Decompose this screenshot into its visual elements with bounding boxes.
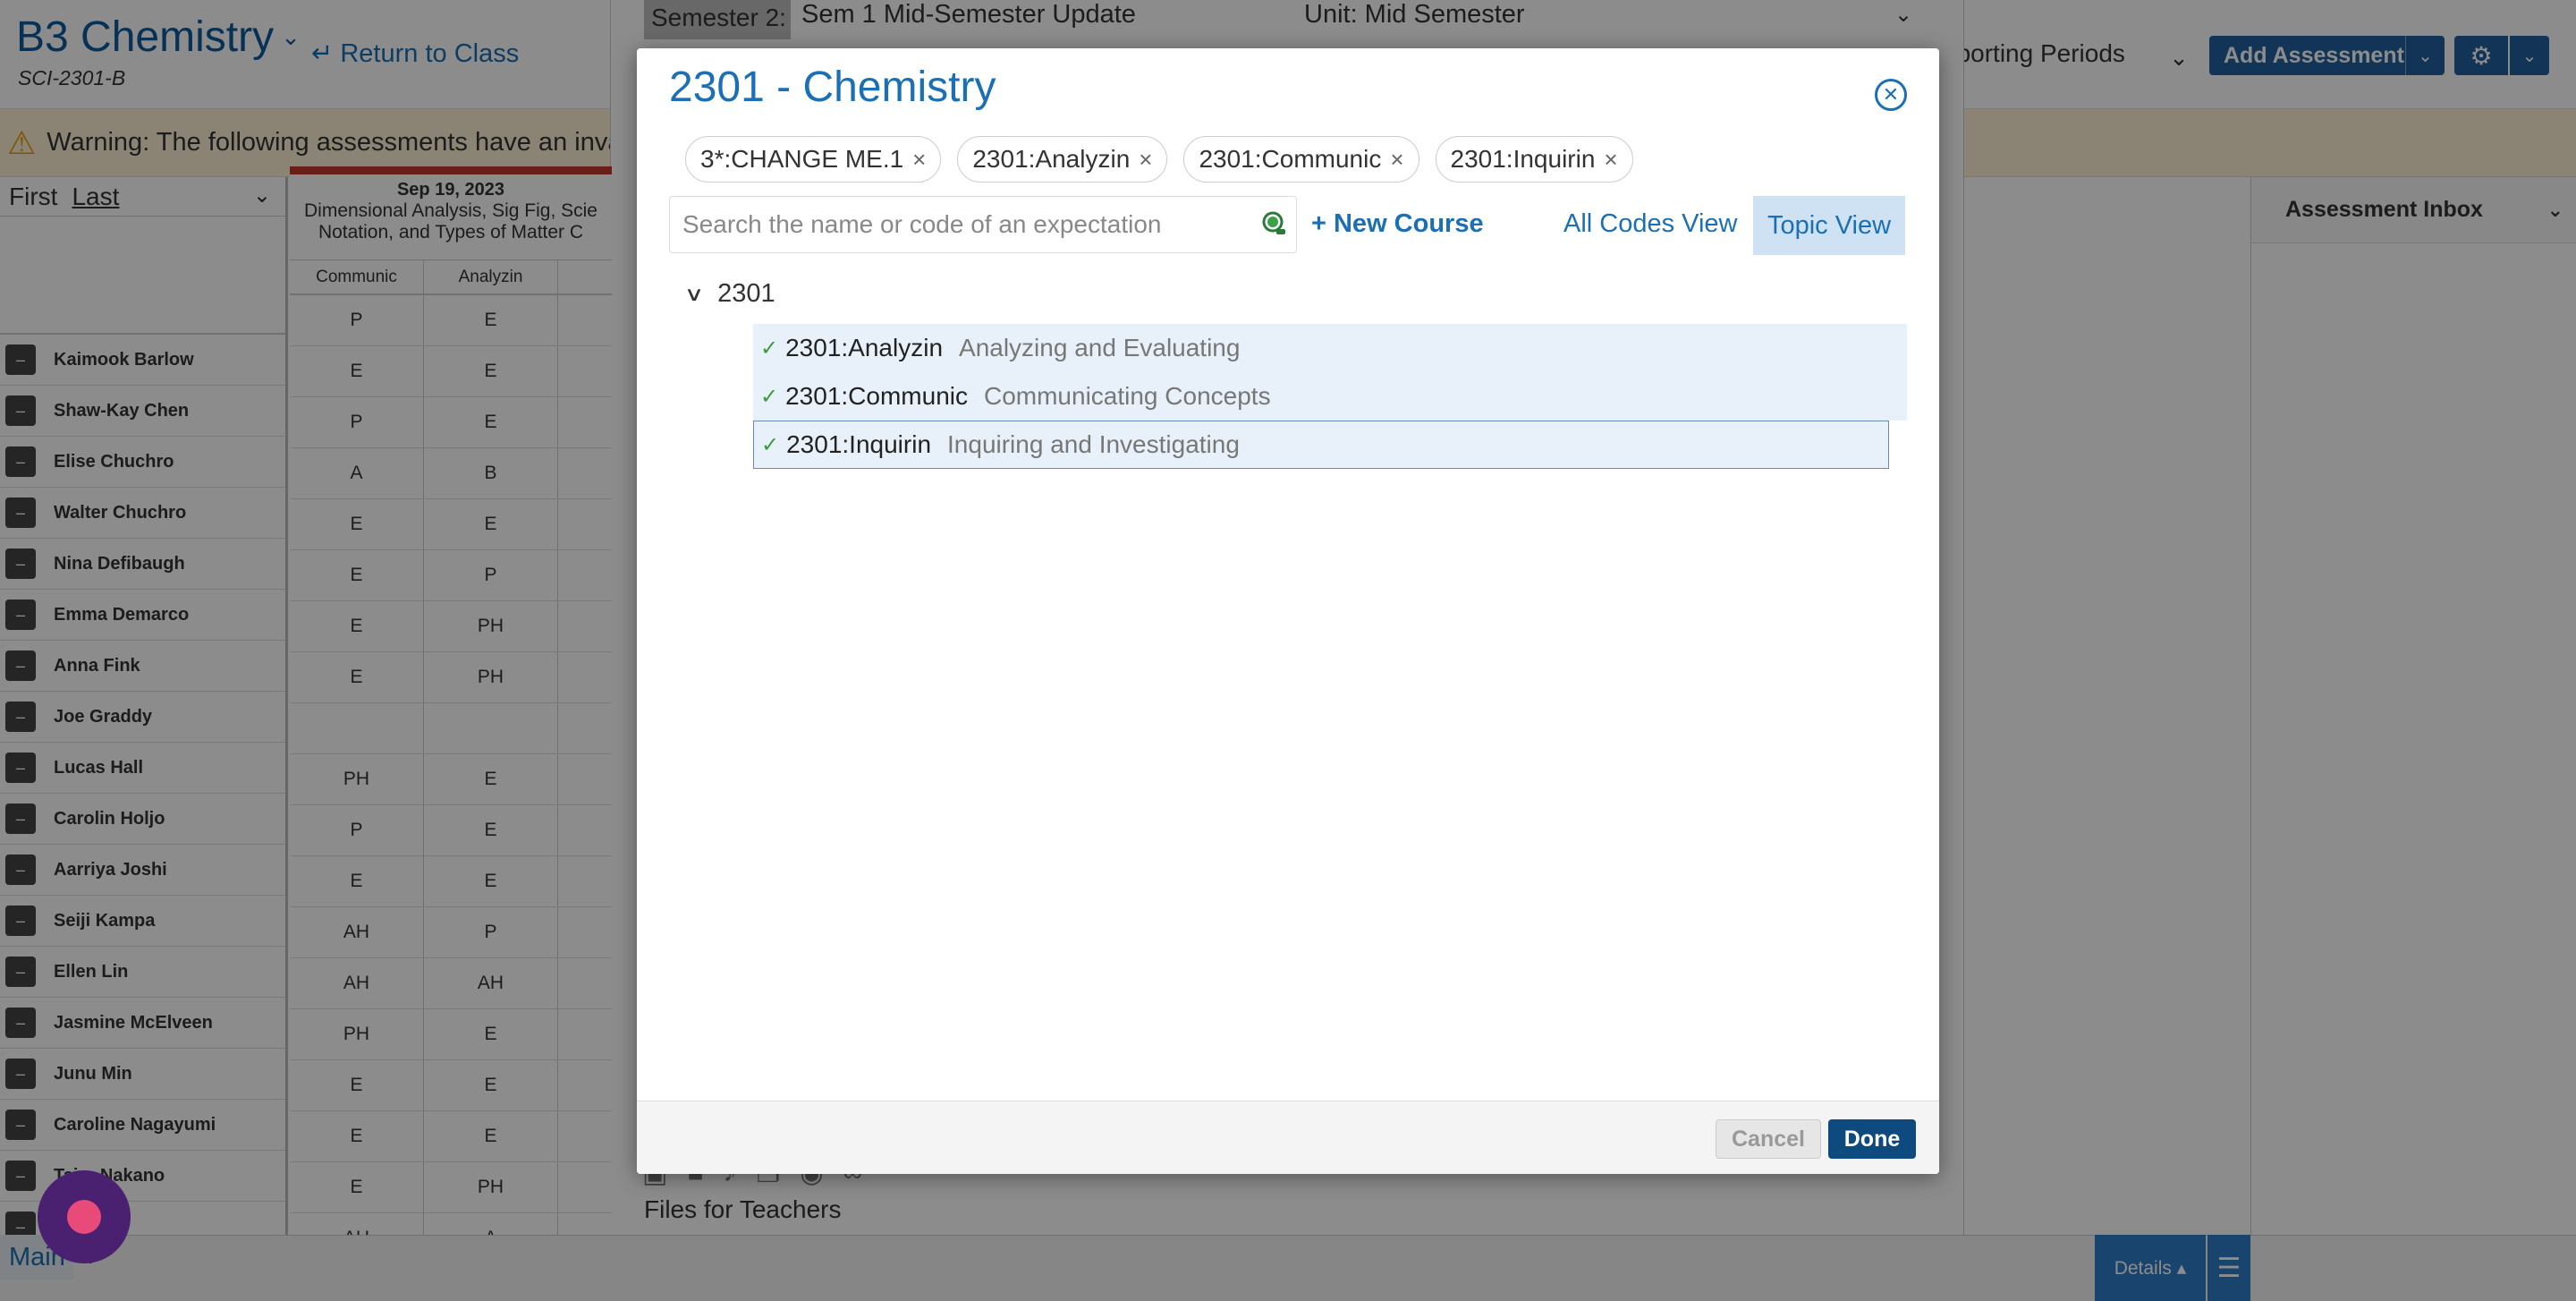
check-icon: ✓ xyxy=(761,432,780,457)
tree-node-2301[interactable]: ∨ 2301 xyxy=(684,279,775,309)
expectation-code: 2301:Inquirin xyxy=(786,430,932,458)
modal-footer: Cancel Done xyxy=(637,1101,1939,1174)
expectation-item-analyzin[interactable]: ✓ 2301:Analyzin Analyzing and Evaluating xyxy=(753,324,1907,372)
expectation-desc: Analyzing and Evaluating xyxy=(959,334,1241,361)
expectation-item-inquirin[interactable]: ✓ 2301:Inquirin Inquiring and Investigat… xyxy=(753,421,1889,469)
check-icon: ✓ xyxy=(760,384,779,409)
assistant-fab[interactable] xyxy=(38,1170,131,1263)
cancel-button[interactable]: Cancel xyxy=(1716,1119,1821,1159)
new-course-button[interactable]: + New Course xyxy=(1311,209,1484,239)
chip-label: 2301:Communic xyxy=(1199,145,1382,173)
remove-chip-icon[interactable]: × xyxy=(912,146,926,174)
all-codes-view-button[interactable]: All Codes View xyxy=(1563,209,1738,239)
chip-communic[interactable]: 2301:Communic × xyxy=(1183,136,1419,183)
remove-chip-icon[interactable]: × xyxy=(1390,146,1403,174)
expectation-code: 2301:Analyzin xyxy=(785,334,944,361)
chip-label: 2301:Analyzin xyxy=(972,145,1131,173)
chip-change-me[interactable]: 3*:CHANGE ME.1 × xyxy=(685,136,942,183)
record-icon xyxy=(67,1200,101,1234)
chip-inquirin[interactable]: 2301:Inquirin × xyxy=(1435,136,1633,183)
chip-analyzin[interactable]: 2301:Analyzin × xyxy=(957,136,1168,183)
selected-chips: 3*:CHANGE ME.1 × 2301:Analyzin × 2301:Co… xyxy=(685,136,1633,183)
search-placeholder: Search the name or code of an expectatio… xyxy=(682,210,1162,238)
modal-title: 2301 - Chemistry xyxy=(669,64,996,111)
remove-chip-icon[interactable]: × xyxy=(1139,146,1152,174)
search-icon[interactable] xyxy=(1260,209,1287,240)
check-icon: ✓ xyxy=(760,336,779,361)
expectation-search-input[interactable]: Search the name or code of an expectatio… xyxy=(669,196,1297,253)
close-icon[interactable]: ✕ xyxy=(1875,79,1907,111)
expectation-desc: Communicating Concepts xyxy=(983,382,1271,410)
topic-view-button[interactable]: Topic View xyxy=(1753,196,1905,255)
done-button[interactable]: Done xyxy=(1828,1119,1916,1159)
expectation-item-communic[interactable]: ✓ 2301:Communic Communicating Concepts xyxy=(753,372,1907,421)
expectations-modal: 2301 - Chemistry ✕ 3*:CHANGE ME.1 × 2301… xyxy=(637,48,1939,1174)
expectation-list: ✓ 2301:Analyzin Analyzing and Evaluating… xyxy=(753,324,1907,469)
expectation-desc: Inquiring and Investigating xyxy=(947,430,1240,458)
expectation-code: 2301:Communic xyxy=(785,382,968,410)
remove-chip-icon[interactable]: × xyxy=(1604,146,1617,174)
chip-label: 2301:Inquirin xyxy=(1450,145,1596,173)
tree-node-label: 2301 xyxy=(717,279,775,308)
chip-label: 3*:CHANGE ME.1 xyxy=(700,145,904,173)
chevron-down-icon[interactable]: ∨ xyxy=(684,283,705,306)
